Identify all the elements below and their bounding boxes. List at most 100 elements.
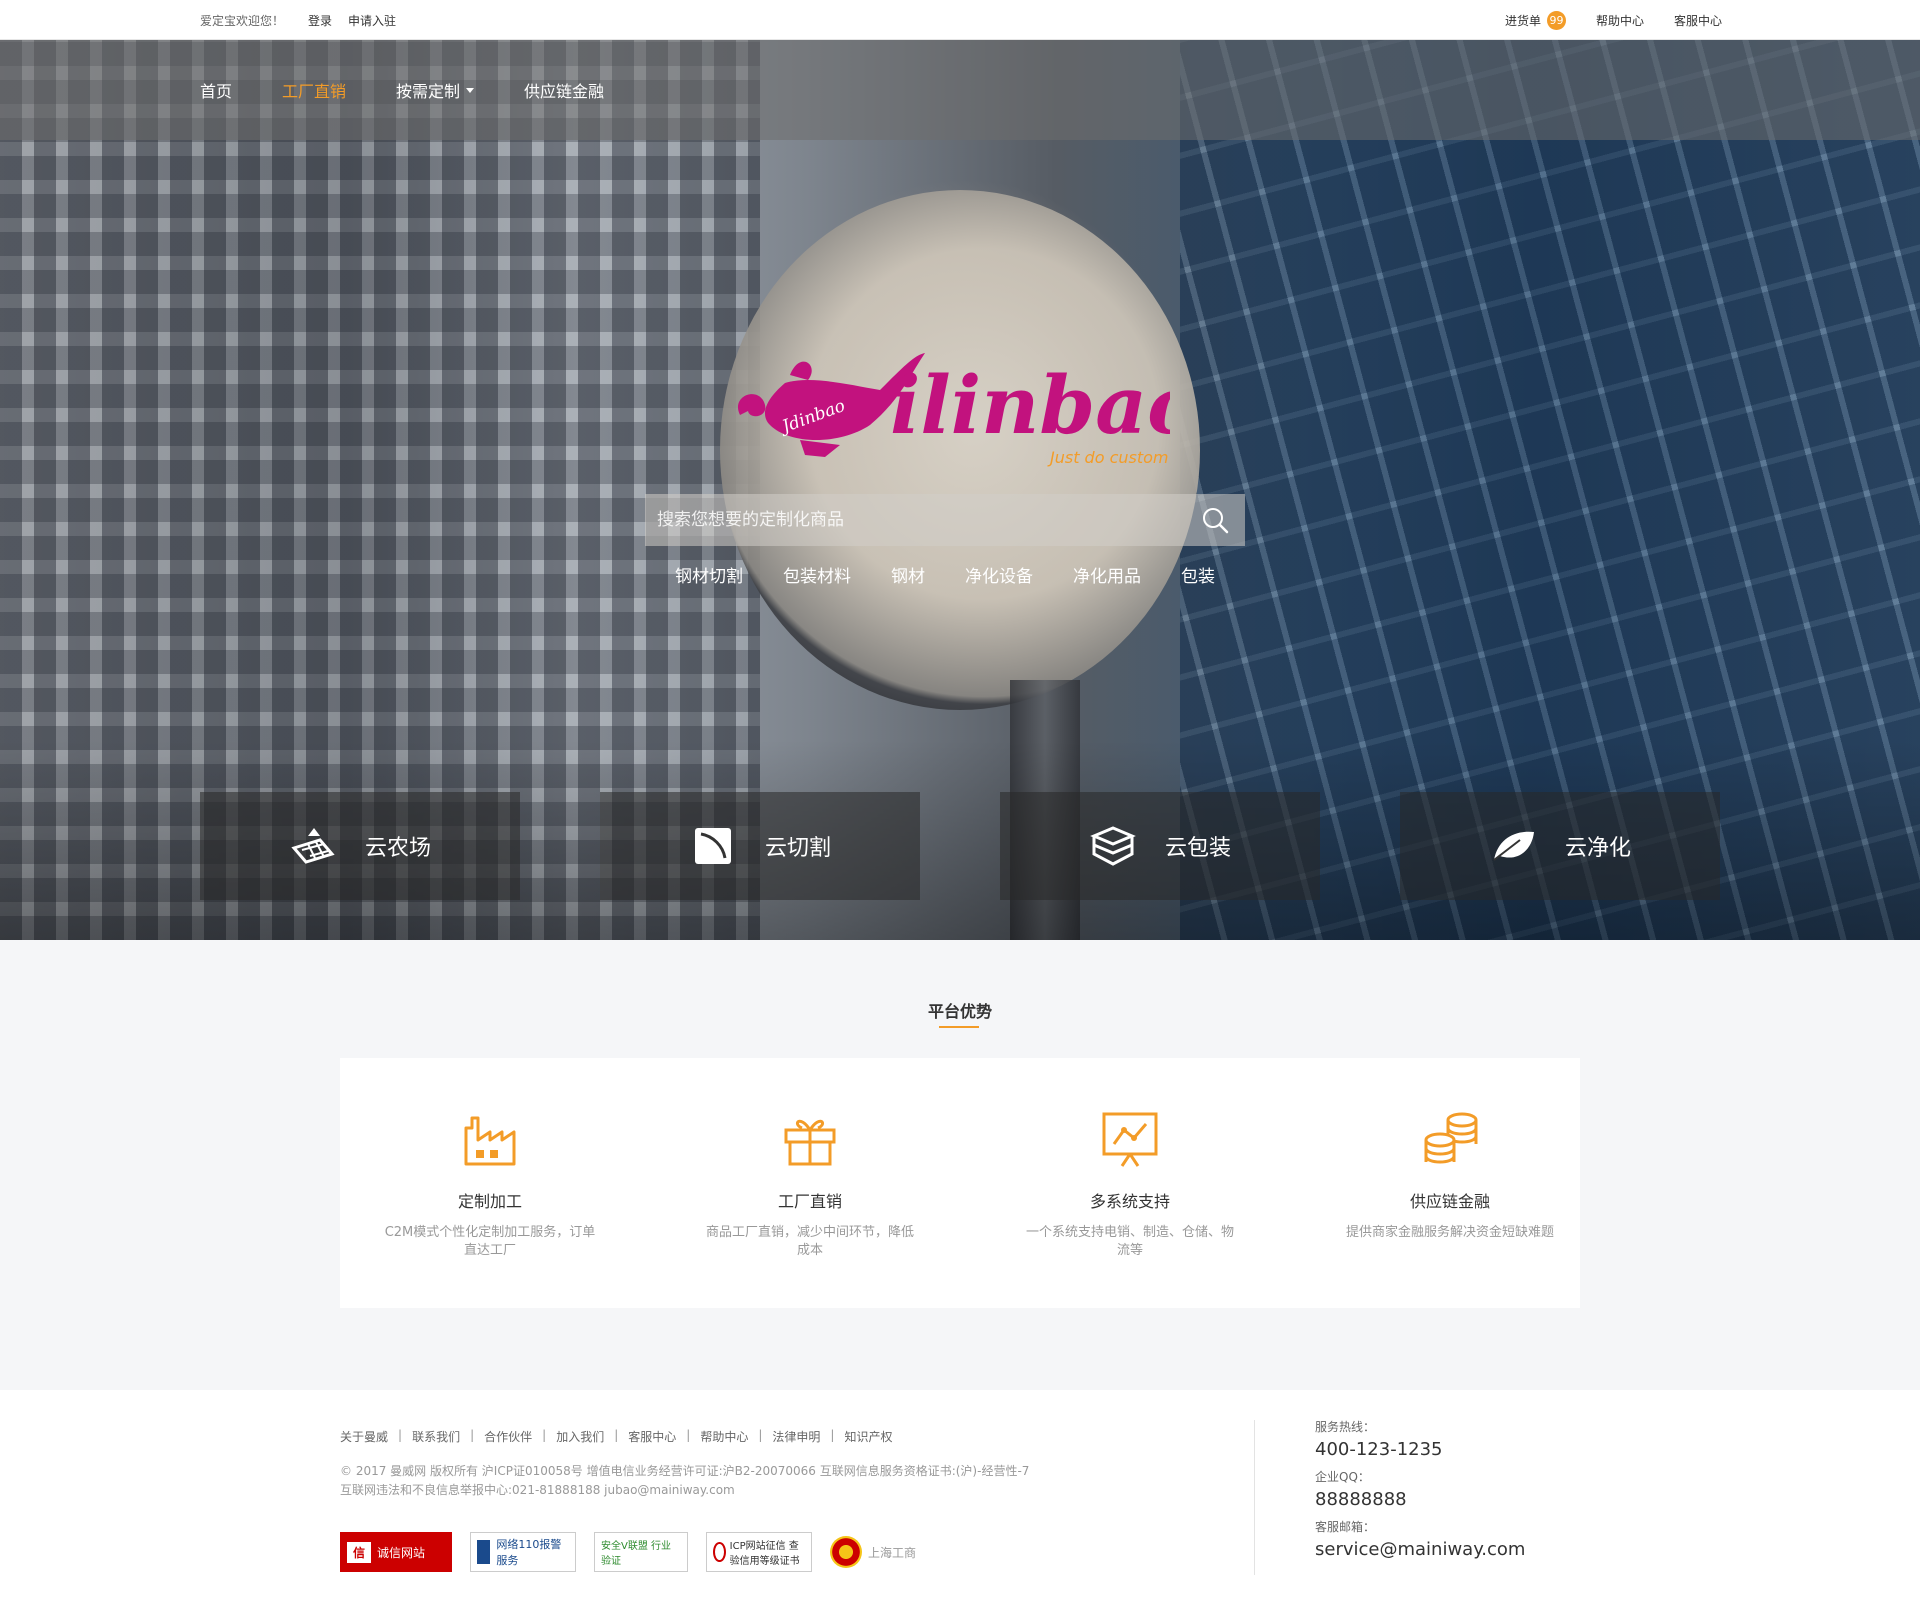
- footer-divider: [1254, 1420, 1255, 1575]
- hotline-value: 400-123-1235: [1315, 1439, 1443, 1460]
- footer-link[interactable]: 法律申明: [772, 1428, 820, 1445]
- footer-link[interactable]: 知识产权: [844, 1428, 892, 1445]
- hotword-link[interactable]: 钢材切割: [675, 562, 743, 587]
- security-alliance-badge[interactable]: 安全V联盟 行业验证: [594, 1532, 688, 1572]
- advantage-item: 多系统支持 一个系统支持电销、制造、仓储、物流等: [980, 1058, 1280, 1260]
- card-label: 云净化: [1564, 836, 1631, 861]
- link-separator: |: [470, 1428, 475, 1442]
- card-label: 云包装: [1164, 836, 1231, 861]
- login-link[interactable]: 登录: [308, 12, 332, 29]
- welcome-text: 爱定宝欢迎您！: [200, 13, 285, 28]
- footer: 关于曼威 | 联系我们 | 合作伙伴 | 加入我们 | 客服中心 | 帮助中心 | 法律申明…: [0, 1390, 1920, 1620]
- search-bar: [645, 494, 1245, 546]
- advantage-desc: C2M模式个性化定制加工服务，订单直达工厂: [384, 1225, 596, 1258]
- police-icon: [477, 1540, 491, 1564]
- copyright-text: © 2017 曼威网 版权所有 沪ICP证010058号 增值电信业务经营许可证…: [340, 1464, 1030, 1478]
- hotword-link[interactable]: 净化设备: [965, 562, 1033, 587]
- hotword-link[interactable]: 钢材: [891, 562, 925, 587]
- factory-icon: [464, 1116, 516, 1166]
- badge-label: ICP网站征信 查验信用等级证书: [729, 1541, 800, 1567]
- badge-label: 安全V联盟 行业验证: [601, 1541, 672, 1567]
- advantage-title: 供应链金融: [1409, 1192, 1490, 1211]
- police-110-badge[interactable]: 网络110报警服务: [470, 1532, 576, 1572]
- advantage-title: 多系统支持: [1089, 1192, 1170, 1211]
- advantage-desc: 提供商家金融服务解决资金短缺难题: [1345, 1225, 1554, 1240]
- apply-link[interactable]: 申请入驻: [348, 12, 396, 29]
- advantage-desc: 商品工厂直销，减少中间环节，降低成本: [705, 1225, 914, 1258]
- service-cards: 云农场 云切割 云包装 云净化: [200, 792, 1720, 900]
- card-cloud-purify[interactable]: 云净化: [1400, 792, 1720, 900]
- qq-label: 企业QQ：: [1315, 1470, 1370, 1484]
- link-separator: |: [830, 1428, 835, 1442]
- hotword-link[interactable]: 净化用品: [1073, 562, 1141, 587]
- trust-site-badge[interactable]: 信 诚信网站: [340, 1532, 452, 1572]
- hotword-link[interactable]: 包装: [1181, 562, 1215, 587]
- coins-icon: [1424, 1112, 1478, 1164]
- hot-search-words: 钢材切割 包装材料 钢材 净化设备 净化用品 包装: [645, 562, 1245, 587]
- advantages-title: 平台优势: [927, 1002, 992, 1021]
- link-separator: |: [758, 1428, 763, 1442]
- gift-icon: [784, 1119, 836, 1166]
- advantage-item: 定制加工 C2M模式个性化定制加工服务，订单直达工厂: [340, 1058, 640, 1260]
- help-center-link[interactable]: 帮助中心: [1596, 12, 1644, 29]
- main-nav: 首页 工厂直销 按需定制 供应链金融: [200, 40, 654, 140]
- cart-link[interactable]: 进货单 99: [1504, 10, 1566, 30]
- farm-icon: [289, 822, 337, 870]
- nav-supply-chain-finance[interactable]: 供应链金融: [524, 78, 604, 102]
- cut-icon: [689, 822, 737, 870]
- chart-board-icon: [1102, 1112, 1158, 1167]
- advantage-item: 供应链金融 提供商家金融服务解决资金短缺难题: [1300, 1058, 1600, 1242]
- footer-link[interactable]: 加入我们: [556, 1428, 604, 1445]
- advantage-title: 定制加工: [457, 1192, 522, 1211]
- card-cloud-farm[interactable]: 云农场: [200, 792, 520, 900]
- advantages-panel: 定制加工 C2M模式个性化定制加工服务，订单直达工厂 工厂直销 商品工厂直销，减…: [340, 1058, 1580, 1308]
- footer-link[interactable]: 关于曼威: [340, 1428, 388, 1445]
- nav-custom-dropdown[interactable]: 按需定制: [396, 78, 475, 102]
- search-button[interactable]: [1185, 494, 1245, 546]
- footer-link[interactable]: 合作伙伴: [484, 1428, 532, 1445]
- nav-home[interactable]: 首页: [200, 78, 232, 102]
- badge-label: 诚信网站: [377, 1545, 426, 1560]
- card-cloud-cutting[interactable]: 云切割: [600, 792, 920, 900]
- advantage-item: 工厂直销 商品工厂直销，减少中间环节，降低成本: [660, 1058, 960, 1260]
- link-separator: |: [614, 1428, 619, 1442]
- email-label: 客服邮箱：: [1315, 1520, 1376, 1534]
- nav-custom-label: 按需定制: [396, 82, 461, 101]
- email-value[interactable]: service@mainiway.com: [1315, 1539, 1525, 1560]
- service-center-link[interactable]: 客服中心: [1674, 12, 1722, 29]
- top-bar: 爱定宝欢迎您！ 登录 申请入驻 进货单 99 帮助中心 客服中心: [0, 0, 1920, 40]
- badge-label: 网络110报警服务: [496, 1538, 562, 1567]
- hotword-link[interactable]: 包装材料: [783, 562, 851, 587]
- card-label: 云切割: [764, 836, 831, 861]
- brand-wordmark: ilinbao: [890, 358, 1170, 452]
- shanghai-aic-badge[interactable]: 上海工商: [830, 1536, 916, 1568]
- card-cloud-package[interactable]: 云包装: [1000, 792, 1320, 900]
- certification-badges: 信 诚信网站 网络110报警服务 安全V联盟 行业验证 ICP网站征信 查验信用…: [340, 1532, 916, 1572]
- link-separator: |: [686, 1428, 691, 1442]
- leaf-icon: [1489, 822, 1537, 870]
- search-input[interactable]: [645, 494, 1185, 546]
- advantages-title-underline: [939, 1026, 979, 1028]
- package-icon: [1089, 822, 1137, 870]
- chevron-down-icon: [466, 87, 475, 93]
- icp-credit-badge[interactable]: ICP网站征信 查验信用等级证书: [706, 1532, 812, 1572]
- trust-icon: 信: [347, 1541, 372, 1563]
- card-label: 云农场: [364, 836, 431, 861]
- footer-link[interactable]: 帮助中心: [700, 1428, 748, 1445]
- report-text: 互联网违法和不良信息举报中心:021-81888188 jubao@mainiw…: [340, 1483, 735, 1497]
- footer-link[interactable]: 联系我们: [412, 1428, 460, 1445]
- cart-label: 进货单: [1504, 13, 1541, 28]
- advantage-title: 工厂直销: [777, 1192, 842, 1211]
- advantage-desc: 一个系统支持电销、制造、仓储、物流等: [1025, 1225, 1234, 1258]
- brand-slogan: Just do custom: [1047, 448, 1169, 467]
- ilinbao-logo: Jdinbao ilinbao Just do custom: [737, 353, 1170, 467]
- link-separator: |: [542, 1428, 547, 1442]
- qq-value: 88888888: [1315, 1489, 1407, 1510]
- footer-link[interactable]: 客服中心: [628, 1428, 676, 1445]
- link-separator: |: [398, 1428, 403, 1442]
- emblem-icon: [830, 1536, 862, 1568]
- footer-contact: 服务热线： 400-123-1235 企业QQ： 88888888 客服邮箱： …: [1315, 1418, 1525, 1568]
- top-bar-right: 进货单 99 帮助中心 客服中心: [1475, 0, 1722, 40]
- seal-icon: [713, 1542, 726, 1562]
- nav-factory-direct[interactable]: 工厂直销: [282, 78, 346, 102]
